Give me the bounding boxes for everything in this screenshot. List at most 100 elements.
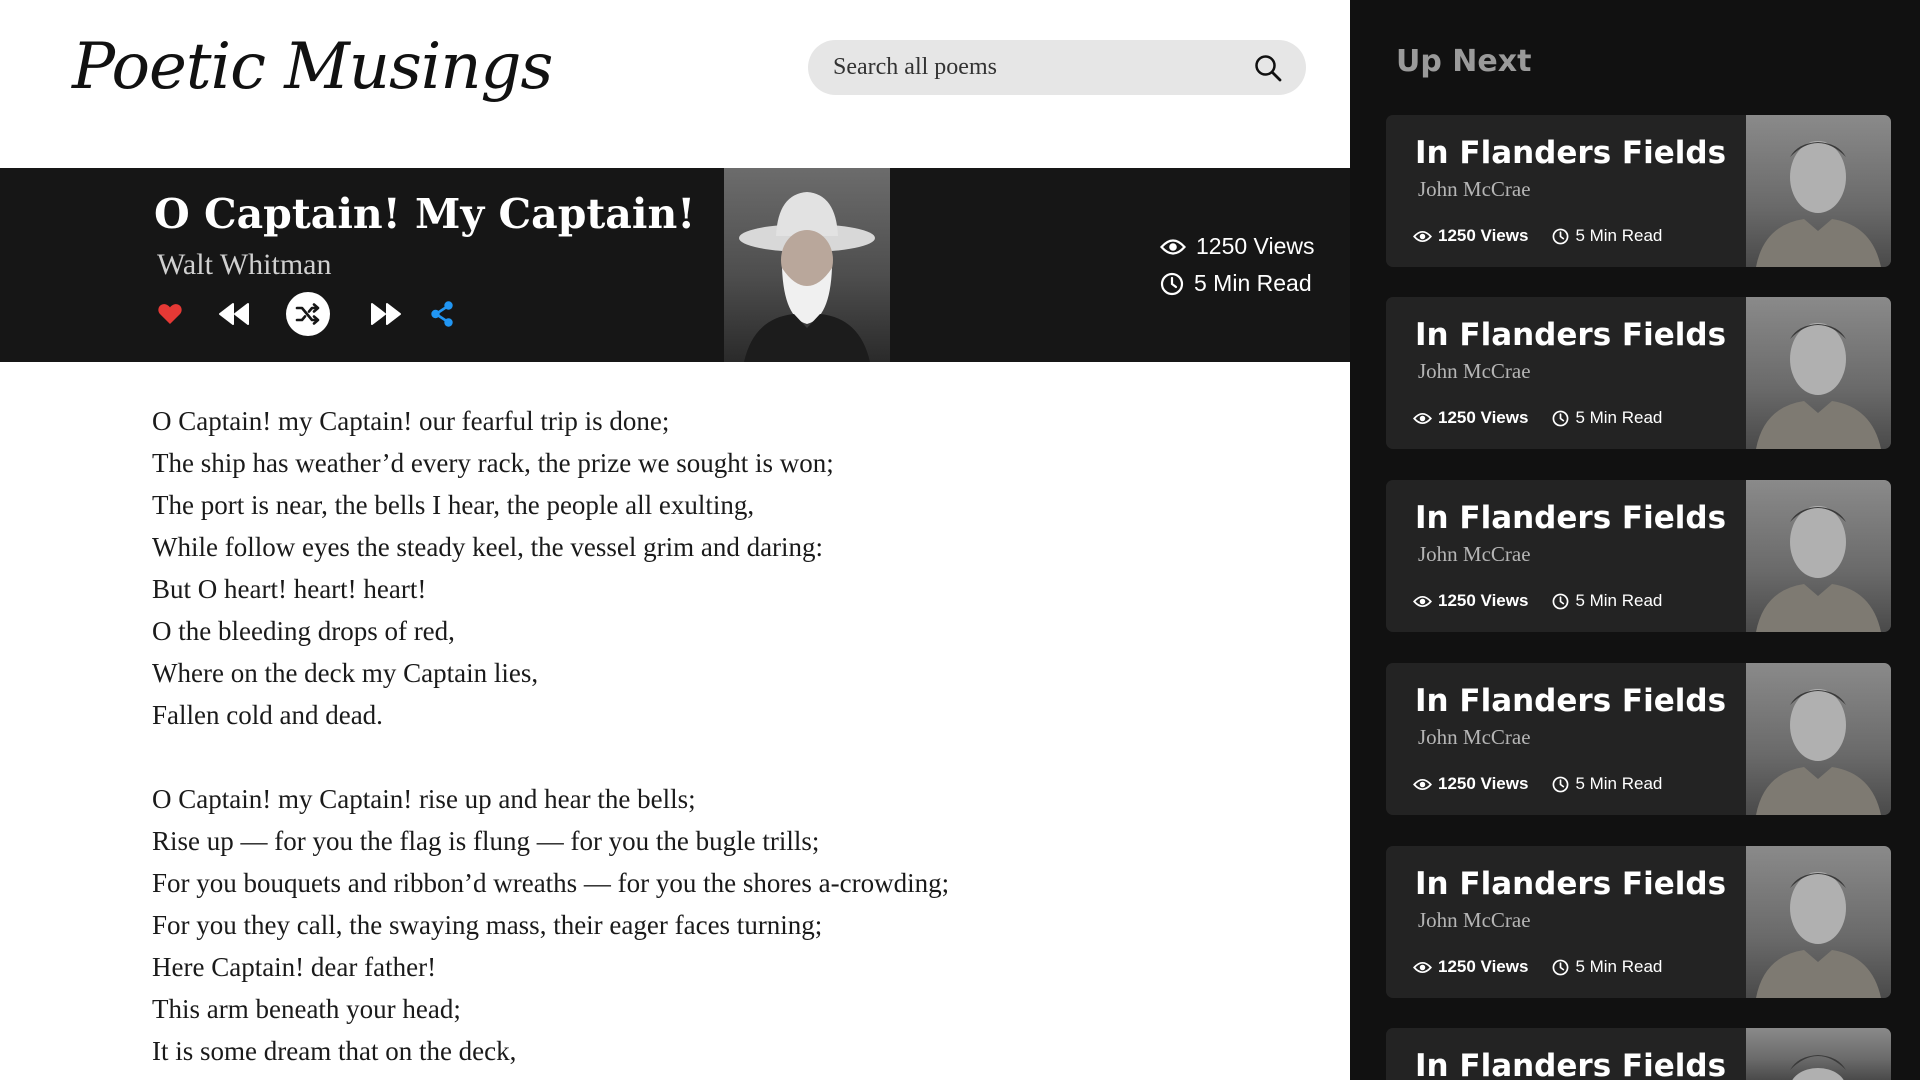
card-author: John McCrae — [1418, 542, 1531, 566]
eye-icon — [1413, 961, 1432, 973]
card-views: 1250 Views — [1413, 591, 1528, 611]
rewind-icon[interactable] — [214, 296, 254, 332]
eye-icon — [1413, 595, 1432, 607]
clock-icon — [1553, 410, 1569, 426]
up-next-card[interactable]: In Flanders Fields John McCrae 1250 View… — [1386, 846, 1891, 998]
clock-icon — [1553, 228, 1569, 244]
card-views: 1250 Views — [1413, 408, 1528, 428]
card-thumbnail — [1746, 480, 1891, 632]
search-bar[interactable] — [808, 40, 1306, 95]
clock-icon — [1160, 272, 1184, 295]
card-author: John McCrae — [1418, 359, 1531, 383]
poem-author[interactable]: Walt Whitman — [157, 248, 332, 282]
card-read-time-text: 5 Min Read — [1575, 774, 1663, 793]
card-title[interactable]: In Flanders Fields — [1415, 683, 1726, 719]
poem-line: Fallen cold and dead. — [152, 700, 383, 730]
clock-icon — [1553, 776, 1569, 792]
card-meta: 1250 Views 5 Min Read — [1413, 591, 1662, 611]
poem-line: O Captain! my Captain! rise up and hear … — [152, 784, 696, 814]
card-views-count: 1250 Views — [1438, 957, 1529, 976]
now-playing-banner: O Captain! My Captain! Walt Whitman 1250… — [0, 168, 1350, 362]
up-next-card[interactable]: In Flanders Fields John McCrae 1250 View… — [1386, 115, 1891, 267]
author-portrait — [724, 168, 890, 362]
poem-line: For you bouquets and ribbon’d wreaths — … — [152, 868, 950, 898]
views-stat: 1250 Views — [1160, 228, 1315, 265]
card-meta: 1250 Views 5 Min Read — [1413, 957, 1662, 977]
poem-line: Here Captain! dear father! — [152, 952, 437, 982]
poem-line: But O heart! heart! heart! — [152, 574, 427, 604]
poem-line: It is some dream that on the deck, — [152, 1036, 517, 1066]
poem-line: O the bleeding drops of red, — [152, 616, 455, 646]
poem-line: Rise up — for you the flag is flung — fo… — [152, 826, 820, 856]
card-thumbnail — [1746, 846, 1891, 998]
player-controls — [152, 292, 458, 336]
read-time-stat: 5 Min Read — [1160, 265, 1315, 302]
card-views: 1250 Views — [1413, 957, 1528, 977]
card-views-count: 1250 Views — [1438, 774, 1529, 793]
clock-icon — [1553, 593, 1569, 609]
card-views: 1250 Views — [1413, 774, 1528, 794]
card-thumbnail — [1746, 663, 1891, 815]
card-read-time: 5 Min Read — [1552, 591, 1662, 611]
eye-icon — [1413, 778, 1432, 790]
now-playing-stats: 1250 Views 5 Min Read — [1160, 228, 1315, 302]
search-input[interactable] — [833, 54, 1252, 81]
poem-line: The port is near, the bells I hear, the … — [152, 490, 755, 520]
card-read-time: 5 Min Read — [1552, 226, 1662, 246]
poem-line: This arm beneath your head; — [152, 994, 461, 1024]
poem-line: The ship has weather’d every rack, the p… — [152, 448, 834, 478]
fast-forward-icon[interactable] — [366, 296, 406, 332]
card-read-time-text: 5 Min Read — [1575, 957, 1663, 976]
poem-line: O Captain! my Captain! our fearful trip … — [152, 406, 670, 436]
poem-stanza-1: O Captain! my Captain! our fearful trip … — [152, 400, 1302, 736]
read-time: 5 Min Read — [1194, 270, 1312, 296]
card-read-time: 5 Min Read — [1552, 408, 1662, 428]
card-title[interactable]: In Flanders Fields — [1415, 135, 1726, 171]
card-views: 1250 Views — [1413, 226, 1528, 246]
card-read-time: 5 Min Read — [1552, 774, 1662, 794]
card-title[interactable]: In Flanders Fields — [1415, 317, 1726, 353]
up-next-heading: Up Next — [1396, 44, 1532, 79]
up-next-card[interactable]: In Flanders Fields John McCrae 1250 View… — [1386, 297, 1891, 449]
poem-line: For you they call, the swaying mass, the… — [152, 910, 823, 940]
card-views-count: 1250 Views — [1438, 591, 1529, 610]
eye-icon — [1413, 412, 1432, 424]
card-read-time-text: 5 Min Read — [1575, 408, 1663, 427]
card-meta: 1250 Views 5 Min Read — [1413, 226, 1662, 246]
poem-stanza-2: O Captain! my Captain! rise up and hear … — [152, 778, 1302, 1072]
stanza-gap — [152, 736, 1302, 778]
poem-line: While follow eyes the steady keel, the v… — [152, 532, 824, 562]
clock-icon — [1553, 959, 1569, 975]
views-count: 1250 Views — [1196, 233, 1315, 259]
share-icon[interactable] — [426, 298, 458, 330]
card-thumbnail — [1746, 297, 1891, 449]
card-meta: 1250 Views 5 Min Read — [1413, 774, 1662, 794]
poem-text: O Captain! my Captain! our fearful trip … — [152, 400, 1302, 1072]
card-views-count: 1250 Views — [1438, 226, 1529, 245]
shuffle-icon[interactable] — [286, 292, 330, 336]
site-logo[interactable]: Poetic Musings — [72, 30, 553, 104]
main-content: Poetic Musings O Captain! My Captain! Wa… — [0, 0, 1350, 1080]
poem-line: Where on the deck my Captain lies, — [152, 658, 539, 688]
eye-icon — [1413, 230, 1432, 242]
card-read-time-text: 5 Min Read — [1575, 591, 1663, 610]
card-read-time: 5 Min Read — [1552, 957, 1662, 977]
up-next-sidebar: Up Next In Flanders Fields John McCrae 1… — [1350, 0, 1920, 1080]
up-next-card[interactable]: In Flanders Fields John McCrae 1250 View… — [1386, 480, 1891, 632]
eye-icon — [1160, 238, 1186, 255]
up-next-card[interactable]: In Flanders Fields John McCrae 1250 View… — [1386, 663, 1891, 815]
up-next-card[interactable]: In Flanders Fields — [1386, 1028, 1891, 1080]
card-meta: 1250 Views 5 Min Read — [1413, 408, 1662, 428]
card-thumbnail — [1746, 115, 1891, 267]
card-views-count: 1250 Views — [1438, 408, 1529, 427]
heart-icon[interactable] — [152, 296, 188, 332]
card-author: John McCrae — [1418, 725, 1531, 749]
card-title[interactable]: In Flanders Fields — [1415, 866, 1726, 902]
card-title[interactable]: In Flanders Fields — [1415, 500, 1726, 536]
search-icon[interactable] — [1252, 52, 1284, 84]
card-title[interactable]: In Flanders Fields — [1415, 1048, 1726, 1080]
card-thumbnail — [1746, 1028, 1891, 1080]
card-author: John McCrae — [1418, 177, 1531, 201]
card-author: John McCrae — [1418, 908, 1531, 932]
poem-title: O Captain! My Captain! — [154, 190, 696, 238]
